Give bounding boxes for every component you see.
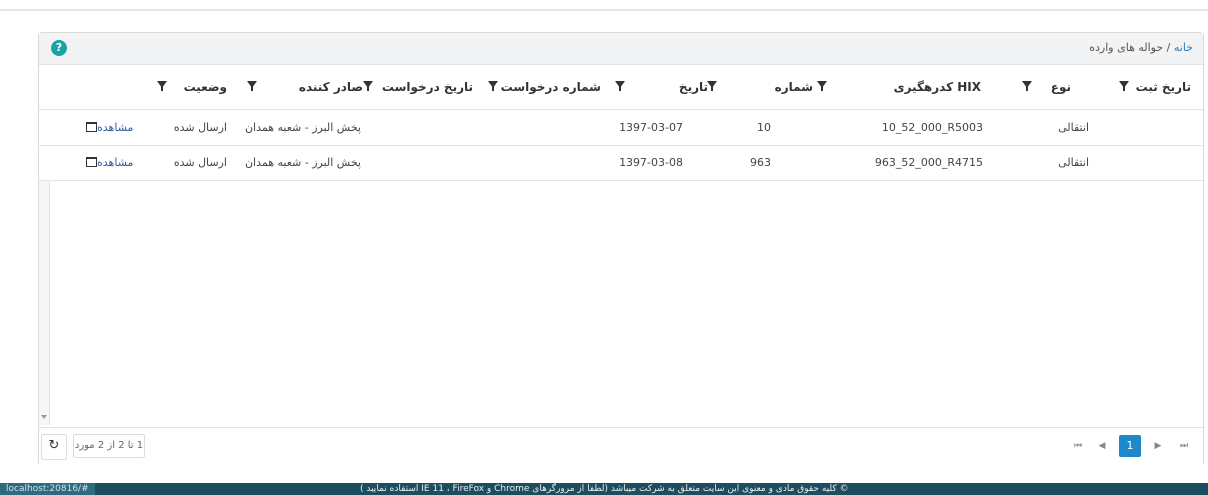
cell-date: 1397-03-07 xyxy=(619,121,683,134)
status-url: localhost:20816/# xyxy=(0,483,95,495)
breadcrumb-trail: خانه / حواله های وارده xyxy=(1089,41,1193,54)
view-label: مشاهده xyxy=(97,121,134,134)
filter-icon[interactable] xyxy=(707,81,717,91)
cell-status: ارسال شده xyxy=(173,156,227,169)
filter-icon[interactable] xyxy=(615,81,625,91)
grid-panel: خانه / حواله های وارده ? تاریخ ثبت نوع ک… xyxy=(38,32,1204,466)
pager: ⏮ ◀ 1 ▶ ⏭ xyxy=(1067,435,1195,457)
col-request-date[interactable]: تاریخ درخواست xyxy=(382,80,473,94)
prev-page-icon[interactable]: ◀ xyxy=(1091,435,1113,457)
breadcrumb-home-link[interactable]: خانه xyxy=(1174,41,1193,54)
first-page-icon[interactable]: ⏮ xyxy=(1067,435,1089,457)
help-icon[interactable]: ? xyxy=(51,40,67,56)
view-button[interactable]: مشاهده xyxy=(83,121,133,134)
cell-issuer: پخش البرز - شعبه همدان xyxy=(244,156,361,169)
cell-type: انتقالی xyxy=(1058,156,1089,169)
col-number[interactable]: شماره xyxy=(775,80,813,94)
grid-footer: ↻ 1 تا 2 از 2 مورد ⏮ ◀ 1 ▶ ⏭ xyxy=(39,427,1203,466)
browser-status-bar: localhost:20816/# © کلیه حقوق مادی و معن… xyxy=(0,483,1208,495)
view-button[interactable]: مشاهده xyxy=(83,156,133,169)
next-page-icon[interactable]: ▶ xyxy=(1147,435,1169,457)
window-icon xyxy=(86,157,97,167)
refresh-icon[interactable]: ↻ xyxy=(41,434,67,460)
filter-icon[interactable] xyxy=(1022,81,1032,91)
col-register-date[interactable]: تاریخ ثبت xyxy=(1136,80,1191,94)
filter-icon[interactable] xyxy=(1119,81,1129,91)
col-type[interactable]: نوع xyxy=(1051,80,1071,94)
breadcrumb-separator: / xyxy=(1166,41,1171,54)
scroll-down-icon[interactable] xyxy=(41,415,47,419)
table-row[interactable]: انتقالی 963_52_000_R4715 963 1397-03-08 … xyxy=(39,146,1203,181)
last-page-icon[interactable]: ⏭ xyxy=(1173,435,1195,457)
cell-issuer: پخش البرز - شعبه همدان xyxy=(244,121,361,134)
filter-icon[interactable] xyxy=(488,81,498,91)
filter-icon[interactable] xyxy=(247,81,257,91)
table-row[interactable]: انتقالی 10_52_000_R5003 10 1397-03-07 پخ… xyxy=(39,111,1203,146)
cell-number: 10 xyxy=(757,121,771,134)
col-hix-tracking[interactable]: کدرهگیری HIX xyxy=(894,80,981,94)
col-request-number[interactable]: شماره درخواست xyxy=(501,80,601,94)
view-label: مشاهده xyxy=(97,156,134,169)
cell-date: 1397-03-08 xyxy=(619,156,683,169)
table-header: تاریخ ثبت نوع کدرهگیری HIX شماره تاریخ ش… xyxy=(39,65,1203,110)
copyright-text: © کلیه حقوق مادی و معنوی این سایت متعلق … xyxy=(360,484,849,494)
cell-hix: 963_52_000_R4715 xyxy=(874,156,983,169)
pager-range-info: 1 تا 2 از 2 مورد xyxy=(73,434,145,458)
cell-hix: 10_52_000_R5003 xyxy=(881,121,983,134)
filter-icon[interactable] xyxy=(363,81,373,91)
cell-number: 963 xyxy=(750,156,771,169)
col-issuer[interactable]: صادر کننده xyxy=(299,80,363,94)
top-divider xyxy=(0,9,1208,11)
col-date[interactable]: تاریخ xyxy=(679,80,708,94)
filter-icon[interactable] xyxy=(817,81,827,91)
breadcrumb-current: حواله های وارده xyxy=(1089,41,1164,54)
breadcrumb: خانه / حواله های وارده ? xyxy=(39,33,1203,65)
cell-status: ارسال شده xyxy=(173,121,227,134)
col-status[interactable]: وضعیت xyxy=(184,80,227,94)
page-1-button[interactable]: 1 xyxy=(1119,435,1141,457)
cell-type: انتقالی xyxy=(1058,121,1089,134)
filter-icon[interactable] xyxy=(157,81,167,91)
window-icon xyxy=(86,122,97,132)
